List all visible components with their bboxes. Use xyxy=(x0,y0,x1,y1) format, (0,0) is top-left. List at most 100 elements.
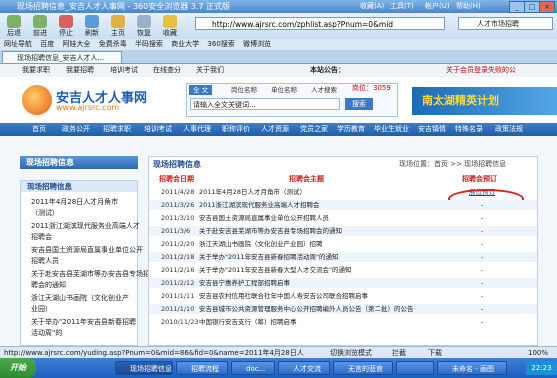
taskbar-item[interactable]: 无言的悲哀 xyxy=(333,361,393,375)
nav-item[interactable]: 安吉镇情 xyxy=(418,123,446,136)
taskbar-item[interactable]: doc... xyxy=(231,361,275,375)
notice-label: 本站公告： xyxy=(310,66,345,74)
nav-item[interactable]: 人事代理 xyxy=(183,123,211,136)
refresh-icon xyxy=(85,15,99,28)
nav-item[interactable]: 毕业生就业 xyxy=(374,123,409,136)
refresh-button[interactable]: 刷新 xyxy=(80,15,104,38)
browser-title-bar: 现场招聘信息_安吉人才人事网 - 360安全浏览器 3.7 正式版 收藏(A) … xyxy=(0,0,557,13)
favorites-button[interactable]: 收藏 xyxy=(158,15,182,38)
table-row[interactable]: 2011/2/16 关于举办"2011年安吉县新春大型人才交流会"的通知 - xyxy=(149,265,537,275)
nav-item[interactable]: 特殊名录 xyxy=(455,123,483,136)
logo-emblem-icon xyxy=(22,85,52,115)
search-tab-company[interactable]: 单位名称 xyxy=(267,85,301,95)
table-row[interactable]: 2011/3/10 安吉县国土资源局直属事业单位公开招聘人员 - xyxy=(149,213,537,223)
top-link[interactable]: 关于我们 xyxy=(196,64,224,77)
left-list-title: 现场招聘信息 xyxy=(21,181,137,192)
site-logo[interactable]: 安吉人才人事网 www.ajrsrc.com xyxy=(22,85,172,115)
left-list-item[interactable]: 2011年4月28日人才月角市 xyxy=(31,197,118,207)
nav-item[interactable]: 首页 xyxy=(32,123,46,136)
table-row[interactable]: 2011/2/20 浙江天湖山书画院（文化创业产业园）招聘 - xyxy=(149,239,537,249)
top-link[interactable]: 我要招聘 xyxy=(66,64,94,77)
close-icon[interactable]: × xyxy=(539,1,555,13)
minimize-icon[interactable]: _ xyxy=(509,1,525,13)
tab-bar: 现场招聘信息_安吉人才人... xyxy=(0,50,557,64)
stop-button[interactable]: 停止 xyxy=(54,15,78,38)
search-tab-talent[interactable]: 人才搜索 xyxy=(307,85,341,95)
forward-button[interactable]: 前进 xyxy=(28,15,52,38)
promo-banner[interactable]: 南太湖精英计划 xyxy=(412,87,557,115)
fav-link[interactable]: 360搜索 xyxy=(207,40,234,48)
search-input[interactable]: 请输入全文关键词... xyxy=(190,98,340,110)
table-row[interactable]: 2010/11/23 中国银行安吉支行（筹）招聘启事 - xyxy=(149,317,537,327)
restore-icon xyxy=(137,15,151,28)
table-row[interactable]: 2011/2/18 关于举办"2011年安吉县新春招聘活动周"的通知 - xyxy=(149,252,537,262)
left-list-item[interactable]: 2011浙江湖滨现代服务业高端人才 xyxy=(31,221,140,231)
nav-item[interactable]: 人才资源 xyxy=(261,123,289,136)
fav-link[interactable]: 半码搜索 xyxy=(135,40,163,48)
left-list-item[interactable]: 关于赴安吉县芜湖市等办安吉县专场招 xyxy=(31,269,150,279)
menu-favorites[interactable]: 收藏(A) xyxy=(360,1,384,11)
search-engine-input[interactable]: 人才市场招聘 xyxy=(458,17,553,30)
restore-button[interactable]: 恢复 xyxy=(132,15,156,38)
tab-current[interactable]: 现场招聘信息_安吉人才人... xyxy=(2,51,122,63)
browser-toolbar: 后退 前进 停止 刷新 主页 恢复 收藏 http://www.ajrsrc.c… xyxy=(0,13,557,40)
search-button[interactable]: 搜索 xyxy=(345,98,373,110)
address-bar[interactable]: http://www.ajrsrc.com/zphlist.asp?Pnum=0… xyxy=(195,17,445,30)
stop-icon xyxy=(59,15,73,28)
left-list-item[interactable]: （测试） xyxy=(31,208,59,218)
menu-tools[interactable]: 工具(T) xyxy=(390,1,414,11)
col-date: 招聘会日期 xyxy=(159,175,194,183)
fav-link[interactable]: 网址导航 xyxy=(4,40,32,48)
left-list-item[interactable]: 安吉县国土资源局直属事业单位公开 xyxy=(31,245,143,255)
search-tab-job[interactable]: 岗位名称 xyxy=(227,85,261,95)
web-page: 我要求职 我要招聘 培训考试 在线查分 关于我们 本站公告： 关于会员登录失败的… xyxy=(0,64,557,346)
start-button[interactable]: 开始 xyxy=(0,358,36,378)
nav-item[interactable]: 职称评价 xyxy=(222,123,250,136)
taskbar: 开始 现场招聘信息 招聘流程 doc... 人才交流 无言的悲哀 未命名 - 画… xyxy=(0,358,557,378)
col-action: 招聘会预订 xyxy=(462,175,497,183)
top-link[interactable]: 我要求职 xyxy=(22,64,50,77)
nav-item[interactable]: 学历教育 xyxy=(337,123,365,136)
table-row[interactable]: 2011/1/10 安吉县城市公共资源管理服务中心公开招聘编外人员公告（第二批）的… xyxy=(149,304,537,314)
fav-link[interactable]: 商业大学 xyxy=(171,40,199,48)
right-panel: 现场招聘信息 现场位置：首页 >> 现场招聘信息 招聘会日期 招聘会主题 招聘会… xyxy=(148,156,538,346)
nav-item[interactable]: 招聘求职 xyxy=(103,123,131,136)
top-link[interactable]: 培训考试 xyxy=(110,64,138,77)
taskbar-item[interactable]: 未命名 - 画图 xyxy=(437,361,507,375)
nav-item[interactable]: 政策法规 xyxy=(495,123,523,136)
nav-item[interactable]: 培训考试 xyxy=(144,123,172,136)
table-row[interactable]: 2011/3/6 关于赴安吉县芜湖市等办安吉县专场招聘会的通知 - xyxy=(149,226,537,236)
taskbar-item[interactable]: 招聘流程 xyxy=(176,361,228,375)
fav-link[interactable]: 微博浏览 xyxy=(243,40,271,48)
back-button[interactable]: 后退 xyxy=(2,15,26,38)
home-button[interactable]: 主页 xyxy=(106,15,130,38)
left-list-item[interactable]: 业园） xyxy=(31,304,52,314)
left-list-item[interactable]: 关于举办"2011年安吉县新春招聘 xyxy=(31,317,136,327)
table-row[interactable]: 2011/3/26 2011浙江湖滨现代服务业高端人才招聘会 - xyxy=(149,200,537,210)
left-list-item[interactable]: 浙江天湖山书画院（文化创业产 xyxy=(31,293,129,303)
taskbar-item[interactable] xyxy=(396,361,434,375)
notice-text[interactable]: 关于会员登录失败的公 xyxy=(446,64,516,77)
top-link[interactable]: 在线查分 xyxy=(153,64,181,77)
table-row[interactable]: 2011/2/12 安吉县宁惠养护工程部招聘启事 - xyxy=(149,278,537,288)
table-row[interactable]: 2011/1/11 安吉县农村信用社联合社年中国人寿安吉公司联合招聘启事 - xyxy=(149,291,537,301)
forward-icon xyxy=(33,15,47,28)
left-list-item[interactable]: 招聘会 xyxy=(31,232,52,242)
taskbar-item[interactable]: 现场招聘信息 xyxy=(115,361,173,375)
logo-url: www.ajrsrc.com xyxy=(56,103,120,112)
left-list-item[interactable]: 招聘人员 xyxy=(31,256,59,266)
star-icon xyxy=(163,15,177,28)
menu-help[interactable]: 帮助(H) xyxy=(456,1,481,11)
fav-link[interactable]: 免费杀毒 xyxy=(99,40,127,48)
left-list-item[interactable]: 聘会的通知 xyxy=(31,280,66,290)
search-tab-fulltext[interactable]: 全 文 xyxy=(189,85,213,95)
nav-item[interactable]: 党员之家 xyxy=(300,123,328,136)
nav-item[interactable]: 政务公开 xyxy=(62,123,90,136)
fav-link[interactable]: 阿娃大全 xyxy=(62,40,90,48)
taskbar-item[interactable]: 人才交流 xyxy=(278,361,330,375)
maximize-icon[interactable]: □ xyxy=(524,1,540,13)
main-nav: 首页 政务公开 招聘求职 培训考试 人事代理 职称评价 人才资源 党员之家 学历… xyxy=(0,123,557,136)
fav-link[interactable]: 百度 xyxy=(40,40,54,48)
left-list-item[interactable]: 活动周"的 xyxy=(31,328,62,338)
menu-account[interactable]: 帐户(U) xyxy=(425,1,450,11)
